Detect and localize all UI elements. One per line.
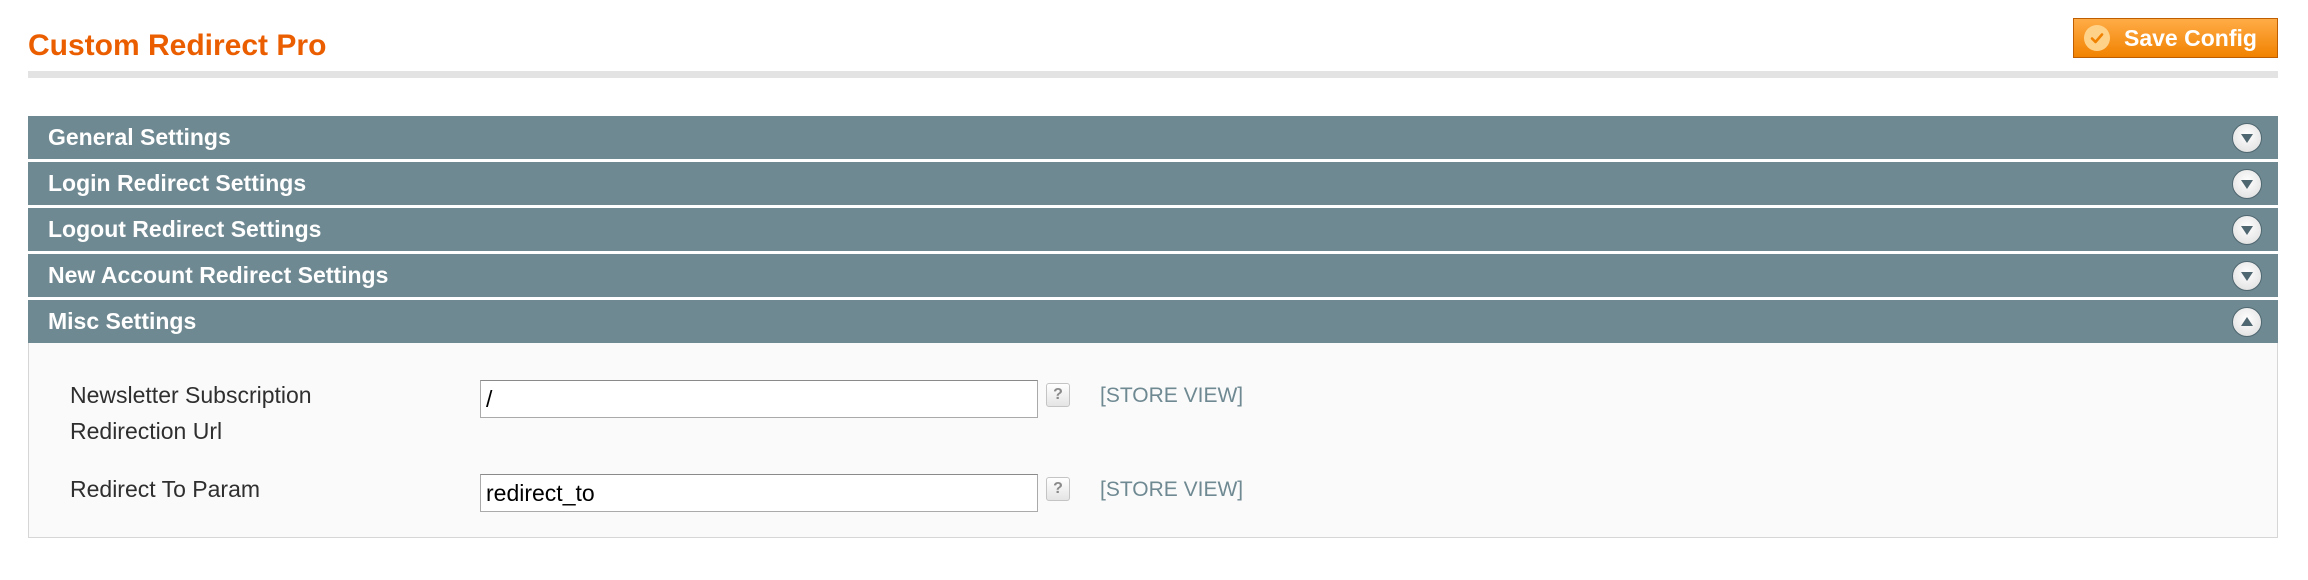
save-config-button[interactable]: Save Config xyxy=(2073,18,2278,58)
page-title: Custom Redirect Pro xyxy=(28,29,327,62)
chevron-down-icon[interactable] xyxy=(2232,168,2262,199)
section-login-redirect-settings[interactable]: Login Redirect Settings xyxy=(28,162,2278,208)
chevron-up-icon[interactable] xyxy=(2232,306,2262,337)
newsletter-redirect-url-input[interactable] xyxy=(480,380,1038,418)
section-misc-settings[interactable]: Misc Settings xyxy=(28,300,2278,343)
config-page: Custom Redirect Pro Save Config General … xyxy=(0,0,2308,580)
section-logout-redirect-settings[interactable]: Logout Redirect Settings xyxy=(28,208,2278,254)
chevron-down-icon[interactable] xyxy=(2232,122,2262,153)
misc-settings-body: Newsletter Subscription Redirection Url … xyxy=(28,343,2278,538)
section-new-account-redirect-settings[interactable]: New Account Redirect Settings xyxy=(28,254,2278,300)
check-circle-icon xyxy=(2084,25,2110,51)
section-label: Misc Settings xyxy=(48,308,197,334)
section-label: Login Redirect Settings xyxy=(48,170,307,196)
help-icon[interactable]: ? xyxy=(1046,477,1070,501)
section-label: Logout Redirect Settings xyxy=(48,216,322,242)
save-config-label: Save Config xyxy=(2124,24,2257,51)
chevron-down-icon[interactable] xyxy=(2232,214,2262,245)
redirect-to-param-input[interactable] xyxy=(480,474,1038,512)
chevron-down-icon[interactable] xyxy=(2232,260,2262,291)
label-line: Redirection Url xyxy=(70,418,223,444)
help-icon[interactable]: ? xyxy=(1046,383,1070,407)
section-label: General Settings xyxy=(48,124,231,150)
section-general-settings[interactable]: General Settings xyxy=(28,116,2278,162)
title-divider xyxy=(28,71,2278,78)
config-sections: General Settings Login Redirect Settings… xyxy=(28,116,2278,538)
label-line: Newsletter Subscription xyxy=(70,382,312,408)
scope-label: [STORE VIEW] xyxy=(1100,478,1244,501)
newsletter-redirect-label: Newsletter Subscription Redirection Url xyxy=(70,377,370,449)
section-label: New Account Redirect Settings xyxy=(48,262,389,288)
scope-label: [STORE VIEW] xyxy=(1100,384,1244,407)
redirect-to-param-label: Redirect To Param xyxy=(70,476,261,502)
